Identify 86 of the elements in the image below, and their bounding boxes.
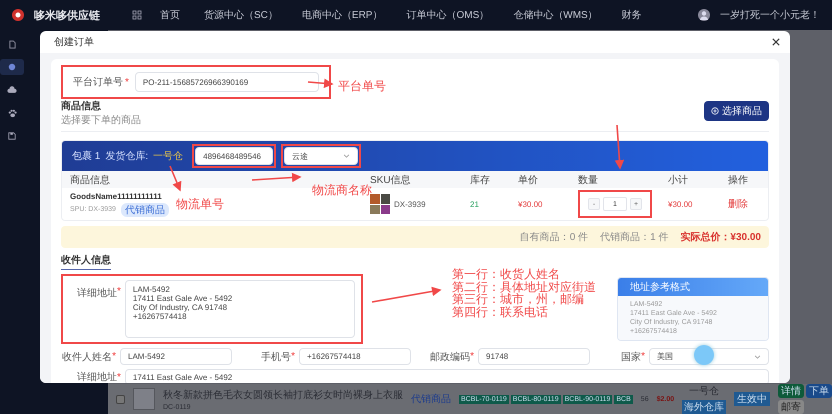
dialog-title: 创建订单	[54, 36, 94, 49]
column-header: 操作	[728, 174, 749, 186]
input-field[interactable]: LAM-5492	[120, 348, 232, 365]
user-name[interactable]: 一岁打死一个小元老！	[720, 8, 820, 22]
section-subtitle: 选择要下单的商品	[61, 114, 141, 127]
field-label: 收件人姓名	[62, 350, 112, 364]
required-mark: *	[641, 351, 645, 362]
annotation-text: 第四行：联系电话	[452, 306, 549, 318]
image-placeholder	[133, 388, 155, 410]
unit-price: ¥30.00	[518, 198, 544, 210]
save-icon	[8, 132, 16, 140]
required-mark: *	[117, 286, 121, 297]
nav-tab[interactable]: 订单中心（OMS）	[406, 8, 490, 22]
annotation-text: 第三行：城市，州，邮编	[452, 293, 585, 306]
platform-order-field[interactable]: PO-211-15685726966390169	[134, 72, 319, 92]
address-field[interactable]: LAM-5492 17411 East Gale Ave - 5492 City Of Industry, CA 91748 +16267574418	[124, 280, 355, 338]
field-label: 详细地址	[77, 370, 117, 383]
row-action-button[interactable]: 邮寄	[778, 400, 804, 414]
logo-icon	[12, 9, 24, 21]
nav-tab[interactable]: 货源中心（SC）	[204, 8, 278, 22]
warehouse-name: 一号仓	[153, 150, 184, 163]
column-header: 库存	[470, 174, 491, 186]
annotation-text: 第一行：收货人姓名	[452, 268, 561, 280]
row-action-button[interactable]: 详情	[778, 384, 804, 398]
annotation-text: 平台单号	[338, 78, 386, 95]
field-label: 邮政编码	[430, 350, 470, 364]
card-title: 地址参考格式	[618, 278, 768, 296]
required-mark: *	[291, 351, 295, 362]
field-label: 国家	[621, 350, 642, 364]
field-label: 详细地址	[77, 286, 117, 300]
chevron-icon	[343, 154, 350, 158]
annotation-text: 第二行：具体地址对应街道	[452, 280, 596, 293]
circle-icon	[8, 63, 16, 71]
warehouse-name: 一号仓	[689, 385, 720, 398]
avatar-icon[interactable]	[698, 9, 710, 21]
carrier-select[interactable]: 云途	[284, 147, 358, 165]
column-header: 商品信息	[70, 174, 111, 186]
sku-code: DX-3939	[394, 200, 426, 208]
nav-tab[interactable]: 财务	[622, 8, 642, 22]
consign-goods-count: 代销商品：1 件	[600, 230, 668, 244]
required-mark: *	[470, 351, 474, 362]
column-header: 数量	[578, 174, 599, 186]
column-header: 小计	[668, 174, 689, 186]
own-goods-count: 自有商品：0 件	[520, 230, 588, 244]
delete-link[interactable]: 删除	[728, 188, 760, 220]
subtotal: ¥30.00	[668, 198, 694, 210]
plus-circle-icon	[711, 107, 719, 115]
menu-icon[interactable]	[132, 10, 142, 20]
cloud-icon	[7, 86, 17, 94]
row-action-button[interactable]: 下单	[806, 384, 832, 398]
nav-tab[interactable]: 电商中心（ERP）	[302, 8, 382, 22]
sidebar-item[interactable]	[0, 59, 24, 75]
document-icon	[8, 40, 16, 48]
column-header: SKU信息	[370, 174, 412, 186]
tracking-number-field[interactable]: 4896468489546	[195, 147, 274, 165]
total-price: 实际总价：¥30.00	[680, 230, 761, 244]
status-badge: 生效中	[734, 392, 770, 406]
required-mark: *	[112, 351, 116, 362]
paw-icon	[8, 108, 16, 118]
column-header: 单价	[518, 174, 539, 186]
close-icon[interactable]	[772, 38, 780, 46]
select-goods-button[interactable]: 选择商品	[704, 101, 769, 121]
nav-tab[interactable]: 仓储中心（WMS）	[513, 8, 598, 22]
warehouse-label: 发货仓库:	[105, 150, 148, 163]
field-label: 平台订单号	[73, 76, 123, 89]
goods-name: GoodsName11111111111	[70, 192, 162, 200]
field-label: 手机号	[261, 350, 292, 364]
goods-type-badge: 代销商品	[120, 202, 169, 216]
stock-count: 21	[470, 198, 480, 210]
required-mark: *	[125, 76, 129, 88]
annotation-text: 物流单号	[176, 196, 224, 213]
required-mark: *	[117, 372, 121, 382]
annotation-text: 物流商名称	[312, 183, 372, 199]
row-checkbox[interactable]	[116, 394, 125, 404]
recipient-tab[interactable]: 收件人信息	[61, 250, 111, 270]
input-field[interactable]: +16267574418	[299, 348, 411, 365]
image-placeholder	[370, 194, 390, 214]
chevron-icon	[754, 354, 761, 358]
street-field[interactable]: 17411 East Gale Ave - 5492	[124, 369, 769, 383]
warehouse-tag: 海外仓库	[682, 400, 726, 414]
nav-tab[interactable]: 首页	[160, 8, 180, 22]
brand-name: 哆米哆供应链	[34, 8, 100, 22]
input-field[interactable]: 91748	[478, 348, 590, 365]
package-label: 包裹 1	[72, 150, 100, 163]
section-title: 商品信息	[61, 99, 102, 113]
product-title: 秋冬新款拼色毛衣女圆领长袖打底衫女时尚裸身上衣服	[163, 388, 403, 402]
